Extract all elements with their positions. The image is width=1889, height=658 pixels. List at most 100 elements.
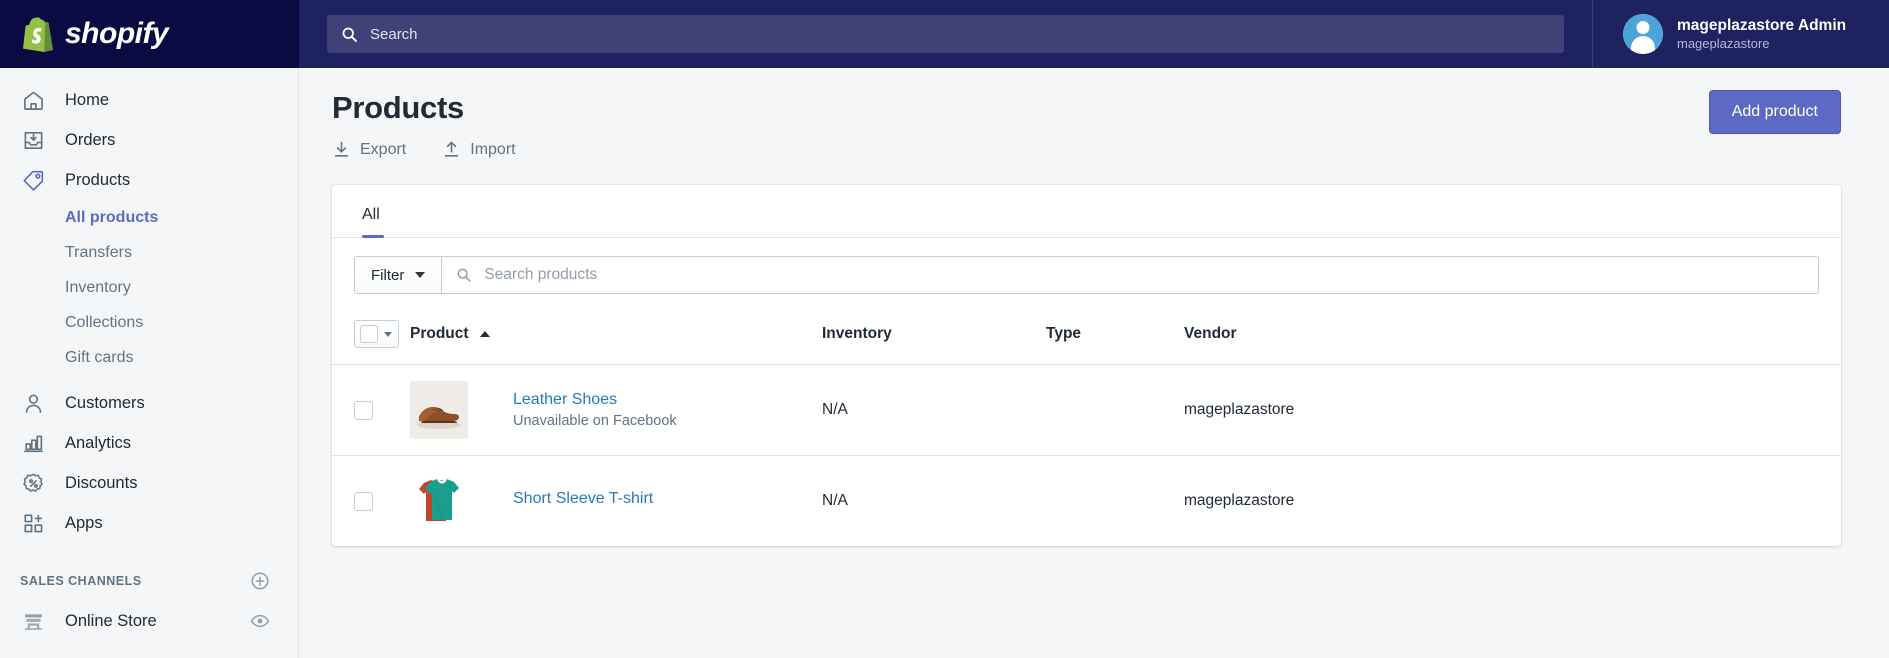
import-label: Import bbox=[470, 140, 516, 158]
sidebar-item-label: Products bbox=[65, 170, 131, 189]
search-icon bbox=[342, 27, 357, 42]
row-checkbox-cell bbox=[332, 456, 410, 547]
row-vendor: mageplazastore bbox=[1184, 492, 1295, 509]
caret-up-icon bbox=[479, 330, 490, 337]
page-title: Products bbox=[332, 90, 464, 125]
sidebar-subitem-label: Inventory bbox=[65, 278, 131, 296]
sidebar-item-online-store[interactable]: Online Store bbox=[0, 601, 298, 641]
sidebar-item-analytics[interactable]: Analytics bbox=[0, 423, 298, 463]
avatar-head bbox=[1636, 21, 1650, 34]
online-store-icon bbox=[20, 608, 46, 634]
shopify-logo[interactable]: shopify bbox=[0, 0, 299, 68]
sidebar-subitem-label: Gift cards bbox=[65, 348, 134, 366]
main-content: Products Export Import Add product All F… bbox=[300, 68, 1889, 658]
select-all-checkbox-icon[interactable] bbox=[354, 320, 399, 348]
sidebar-subitem-all-products[interactable]: All products bbox=[0, 200, 298, 235]
eye-icon[interactable] bbox=[250, 611, 270, 631]
table-head: Product Inventory Type Vendor bbox=[332, 312, 1841, 365]
sidebar-item-orders[interactable]: Orders bbox=[0, 120, 298, 160]
avatar-body bbox=[1631, 36, 1655, 54]
sidebar-item-label: Customers bbox=[65, 393, 145, 412]
sidebar-subitem-label: All products bbox=[65, 208, 159, 226]
add-product-button[interactable]: Add product bbox=[1708, 90, 1841, 134]
row-inventory: N/A bbox=[822, 492, 848, 509]
product-name-link[interactable]: Short Sleeve T-shirt bbox=[513, 490, 653, 508]
column-header-type[interactable]: Type bbox=[1046, 312, 1184, 365]
sidebar-subitem-gift-cards[interactable]: Gift cards bbox=[0, 340, 298, 375]
tab-all[interactable]: All bbox=[350, 206, 392, 238]
sidebar-subitem-transfers[interactable]: Transfers bbox=[0, 235, 298, 270]
page-header: Products Export Import Add product bbox=[300, 68, 1889, 159]
sidebar-item-customers[interactable]: Customers bbox=[0, 383, 298, 423]
sidebar-item-label: Analytics bbox=[65, 433, 132, 452]
import-button[interactable]: Import bbox=[442, 140, 516, 159]
sidebar-item-label: Online Store bbox=[65, 611, 157, 630]
customer-person-icon bbox=[20, 390, 46, 416]
row-type bbox=[1046, 365, 1184, 456]
sidebar-subitem-inventory[interactable]: Inventory bbox=[0, 270, 298, 305]
search-products-placeholder: Search products bbox=[484, 266, 598, 283]
sidebar: Home Orders Products All products Transf… bbox=[0, 68, 299, 658]
search-products-input[interactable]: Search products bbox=[441, 256, 1819, 294]
column-header-inventory[interactable]: Inventory bbox=[822, 312, 1046, 365]
table-row[interactable]: Short Sleeve T-shirt N/A mageplazastore bbox=[332, 455, 1841, 547]
tab-active-indicator bbox=[362, 235, 384, 238]
shopify-wordmark: shopify bbox=[65, 17, 169, 50]
home-icon bbox=[20, 87, 46, 113]
column-header-vendor[interactable]: Vendor bbox=[1184, 312, 1841, 365]
page-header-left: Products Export Import bbox=[332, 90, 552, 159]
analytics-bars-icon bbox=[20, 430, 46, 456]
row-inventory: N/A bbox=[822, 401, 848, 418]
export-label: Export bbox=[360, 140, 407, 158]
sidebar-item-label: Orders bbox=[65, 130, 116, 149]
sidebar-item-products[interactable]: Products bbox=[0, 160, 298, 200]
row-type bbox=[1046, 456, 1184, 547]
user-name: mageplazastore Admin bbox=[1677, 16, 1847, 34]
filter-label: Filter bbox=[371, 266, 405, 284]
sidebar-item-home[interactable]: Home bbox=[0, 80, 298, 120]
discount-percent-icon bbox=[20, 470, 46, 496]
products-card: All Filter Search products Product Inven… bbox=[332, 185, 1841, 546]
product-text: Short Sleeve T-shirt bbox=[513, 490, 653, 512]
apps-grid-plus-icon bbox=[20, 510, 46, 536]
product-cell: Short Sleeve T-shirt bbox=[410, 472, 822, 530]
import-upload-icon bbox=[445, 141, 459, 157]
table-row[interactable]: Leather Shoes Unavailable on Facebook N/… bbox=[332, 364, 1841, 456]
filter-dropdown-button[interactable]: Filter bbox=[354, 256, 442, 294]
row-checkbox-icon[interactable] bbox=[354, 400, 373, 420]
row-product-cell: Short Sleeve T-shirt bbox=[410, 456, 822, 547]
avatar bbox=[1623, 14, 1663, 54]
row-checkbox-cell bbox=[332, 365, 410, 456]
chevron-down-icon bbox=[384, 331, 392, 337]
plus-circle-icon[interactable] bbox=[250, 571, 270, 591]
chevron-down-icon bbox=[415, 272, 426, 278]
export-button[interactable]: Export bbox=[332, 140, 406, 159]
select-all-cell bbox=[332, 312, 410, 365]
select-all-box bbox=[360, 325, 378, 343]
filter-row: Filter Search products bbox=[332, 238, 1841, 312]
sidebar-item-apps[interactable]: Apps bbox=[0, 503, 298, 543]
tshirt-thumbnail bbox=[410, 472, 468, 530]
orders-inbox-icon bbox=[20, 127, 46, 153]
row-product-cell: Leather Shoes Unavailable on Facebook bbox=[410, 365, 822, 456]
column-header-product[interactable]: Product bbox=[410, 312, 822, 365]
global-search-wrapper: Search bbox=[299, 0, 1592, 68]
products-table: Product Inventory Type Vendor Leather Sh… bbox=[332, 312, 1841, 546]
global-search-input[interactable]: Search bbox=[327, 15, 1564, 53]
row-checkbox-icon[interactable] bbox=[354, 491, 373, 511]
export-download-icon bbox=[334, 141, 349, 157]
tab-all-label: All bbox=[362, 206, 380, 223]
top-bar: shopify Search mageplazastore Admin mage… bbox=[0, 0, 1889, 68]
user-text: mageplazastore Admin mageplazastore bbox=[1677, 16, 1846, 53]
user-menu[interactable]: mageplazastore Admin mageplazastore bbox=[1592, 0, 1889, 68]
table-header-row: Product Inventory Type Vendor bbox=[332, 312, 1841, 365]
column-header-product-label: Product bbox=[410, 325, 469, 342]
sales-channels-section-header: SALES CHANNELS bbox=[0, 561, 298, 601]
tabs: All bbox=[332, 185, 1841, 238]
search-icon bbox=[457, 268, 471, 282]
sidebar-subitem-collections[interactable]: Collections bbox=[0, 305, 298, 340]
sidebar-item-discounts[interactable]: Discounts bbox=[0, 463, 298, 503]
sidebar-item-label: Apps bbox=[65, 513, 103, 532]
product-name-link[interactable]: Leather Shoes bbox=[513, 391, 677, 409]
shopify-bag-icon bbox=[23, 17, 53, 52]
